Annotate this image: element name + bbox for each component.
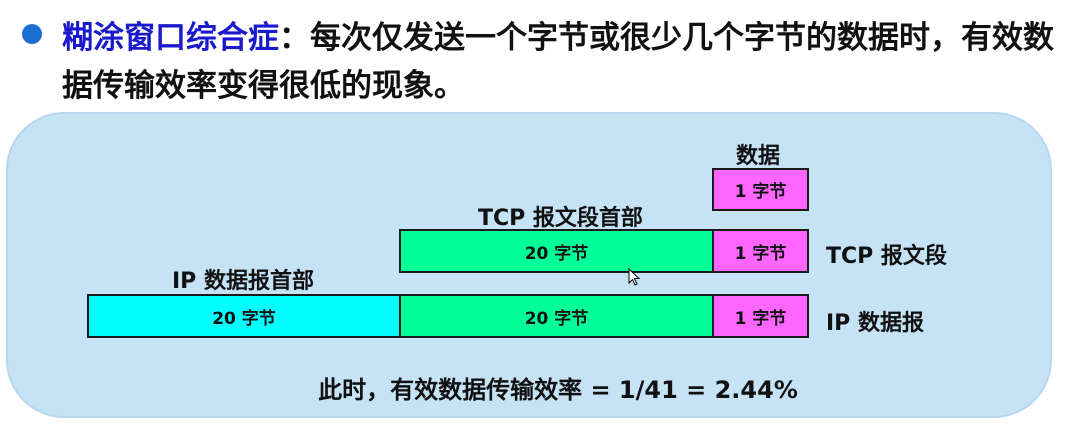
headline-colon: ： — [279, 20, 310, 56]
ip-header-label: IP 数据报首部 — [172, 269, 314, 294]
ip-tcp-header-box: 20 字节 — [399, 294, 714, 338]
tcp-header-label: TCP 报文段首部 — [478, 206, 643, 231]
mouse-pointer-icon — [628, 268, 641, 286]
data-label: 数据 — [736, 144, 781, 169]
bullet-icon — [22, 24, 42, 44]
efficiency-formula: 此时，有效数据传输效率 = 1/41 = 2.44% — [318, 376, 798, 404]
headline: 糊涂窗口综合症：每次仅发送一个字节或很少几个字节的数据时，有效数据传输效率变得很… — [62, 14, 1062, 110]
term-title: 糊涂窗口综合症 — [62, 20, 279, 56]
data-byte-box: 1 字节 — [712, 168, 809, 211]
tcp-data-box: 1 字节 — [712, 229, 809, 273]
ip-header-box: 20 字节 — [87, 294, 401, 338]
tcp-header-box: 20 字节 — [399, 229, 714, 273]
ip-data-box: 1 字节 — [712, 294, 809, 338]
tcp-segment-label: TCP 报文段 — [826, 244, 947, 269]
ip-datagram-label: IP 数据报 — [826, 311, 924, 336]
